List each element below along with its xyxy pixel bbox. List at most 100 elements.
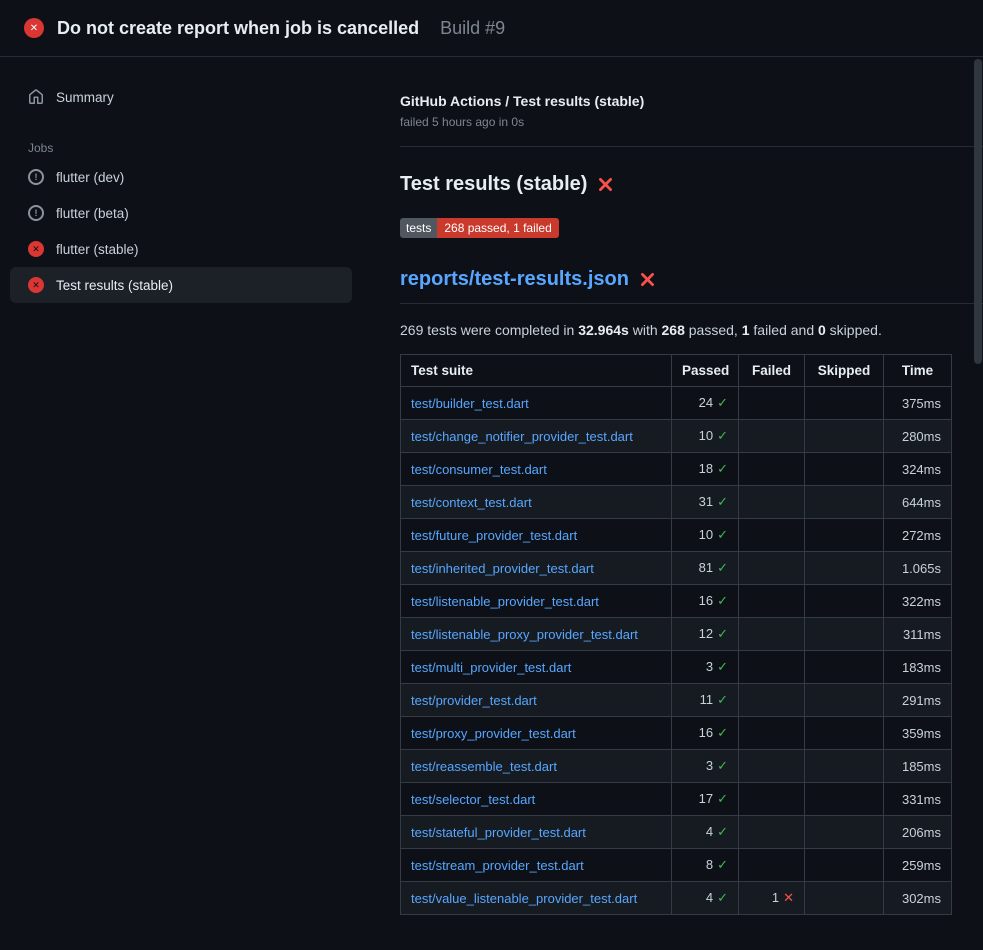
skipped-cell [805,585,884,618]
table-row: test/multi_provider_test.dart 3✓ 183ms [401,651,952,684]
time-cell: 322ms [884,585,952,618]
test-suite-link[interactable]: test/consumer_test.dart [411,462,547,477]
job-label: flutter (beta) [56,206,129,221]
report-heading: reports/test-results.json [400,268,983,304]
test-suite-link[interactable]: test/builder_test.dart [411,396,529,411]
check-icon: ✓ [717,494,728,509]
passed-cell: 24✓ [672,387,739,420]
skipped-cell [805,684,884,717]
passed-cell: 16✓ [672,717,739,750]
skipped-cell [805,750,884,783]
skipped-cell [805,387,884,420]
summary-text: with [629,322,662,338]
test-suite-link[interactable]: test/listenable_provider_test.dart [411,594,599,609]
table-row: test/consumer_test.dart 18✓ 324ms [401,453,952,486]
failed-x-icon [597,176,614,193]
test-suite-link[interactable]: test/future_provider_test.dart [411,528,577,543]
test-suite-link[interactable]: test/stream_provider_test.dart [411,858,584,873]
failed-cell [739,618,805,651]
skipped-cell [805,816,884,849]
failed-status-icon: ✕ [28,241,44,257]
time-cell: 375ms [884,387,952,420]
sidebar-item-summary[interactable]: Summary [10,79,352,115]
test-suite-link[interactable]: test/provider_test.dart [411,693,537,708]
passed-cell: 12✓ [672,618,739,651]
passed-cell: 3✓ [672,750,739,783]
table-row: test/listenable_proxy_provider_test.dart… [401,618,952,651]
neutral-status-icon: ! [28,205,44,221]
table-row: test/listenable_provider_test.dart 16✓ 3… [401,585,952,618]
test-suite-link[interactable]: test/change_notifier_provider_test.dart [411,429,633,444]
time-cell: 311ms [884,618,952,651]
passed-cell: 11✓ [672,684,739,717]
table-row: test/future_provider_test.dart 10✓ 272ms [401,519,952,552]
table-row: test/reassemble_test.dart 3✓ 185ms [401,750,952,783]
passed-cell: 10✓ [672,519,739,552]
table-row: test/value_listenable_provider_test.dart… [401,882,952,915]
passed-cell: 10✓ [672,420,739,453]
failed-cell [739,717,805,750]
breadcrumb: GitHub Actions / Test results (stable) [400,93,951,109]
test-suite-link[interactable]: test/value_listenable_provider_test.dart [411,891,637,906]
skipped-cell [805,882,884,915]
test-suite-link[interactable]: test/context_test.dart [411,495,532,510]
check-icon: ✓ [717,824,728,839]
test-suite-link[interactable]: test/proxy_provider_test.dart [411,726,576,741]
failed-cell: 1✕ [739,882,805,915]
check-icon: ✓ [717,758,728,773]
table-row: test/stateful_provider_test.dart 4✓ 206m… [401,816,952,849]
table-row: test/change_notifier_provider_test.dart … [401,420,952,453]
sidebar-job-item[interactable]: ✕ flutter (stable) [10,231,352,267]
col-header-test-suite: Test suite [401,355,672,387]
job-label: Test results (stable) [56,278,173,293]
page-title: Do not create report when job is cancell… [57,18,419,39]
check-icon: ✓ [717,890,728,905]
passed-cell: 18✓ [672,453,739,486]
main-content: GitHub Actions / Test results (stable) f… [380,57,983,950]
skipped-cell [805,717,884,750]
col-header-failed: Failed [739,355,805,387]
check-icon: ✓ [717,791,728,806]
failed-cell [739,453,805,486]
table-row: test/stream_provider_test.dart 8✓ 259ms [401,849,952,882]
check-icon: ✓ [717,857,728,872]
table-row: test/provider_test.dart 11✓ 291ms [401,684,952,717]
tests-badge-value: 268 passed, 1 failed [437,218,558,238]
skipped-cell [805,849,884,882]
test-suite-link[interactable]: test/listenable_proxy_provider_test.dart [411,627,638,642]
run-status-line: failed 5 hours ago in 0s [400,115,951,129]
summary-line: 269 tests were completed in 32.964s with… [400,322,951,338]
check-icon: ✓ [717,461,728,476]
col-header-passed: Passed [672,355,739,387]
tests-badge-label: tests [400,218,437,238]
failed-cell [739,387,805,420]
test-suite-link[interactable]: test/multi_provider_test.dart [411,660,571,675]
test-suite-link[interactable]: test/inherited_provider_test.dart [411,561,594,576]
failed-cell [739,849,805,882]
time-cell: 272ms [884,519,952,552]
test-suite-link[interactable]: test/selector_test.dart [411,792,535,807]
time-cell: 206ms [884,816,952,849]
sidebar-job-item[interactable]: ✕ Test results (stable) [10,267,352,303]
check-icon: ✓ [717,560,728,575]
time-cell: 302ms [884,882,952,915]
time-cell: 183ms [884,651,952,684]
col-header-time: Time [884,355,952,387]
time-cell: 291ms [884,684,952,717]
summary-skipped-count: 0 [818,322,826,338]
sidebar-job-item[interactable]: ! flutter (dev) [10,159,352,195]
page-header: ✕ Do not create report when job is cance… [0,0,983,57]
time-cell: 259ms [884,849,952,882]
report-file-link[interactable]: reports/test-results.json [400,268,629,291]
test-suite-link[interactable]: test/reassemble_test.dart [411,759,557,774]
time-cell: 331ms [884,783,952,816]
passed-cell: 31✓ [672,486,739,519]
test-suite-link[interactable]: test/stateful_provider_test.dart [411,825,586,840]
home-icon [28,89,44,105]
summary-duration: 32.964s [578,322,629,338]
sidebar-job-item[interactable]: ! flutter (beta) [10,195,352,231]
time-cell: 185ms [884,750,952,783]
vertical-scrollbar[interactable] [974,59,982,364]
table-row: test/inherited_provider_test.dart 81✓ 1.… [401,552,952,585]
sidebar: Summary Jobs ! flutter (dev) ! flutter (… [0,57,380,950]
